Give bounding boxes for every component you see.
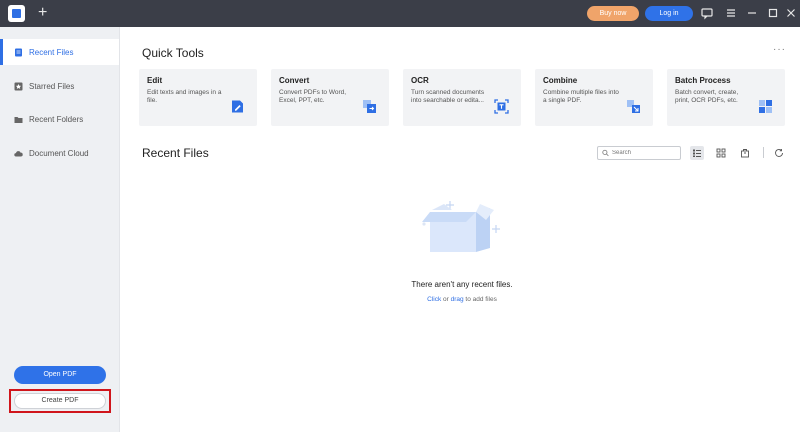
sidebar-item-label: Recent Folders: [29, 114, 84, 124]
refresh-icon[interactable]: [772, 146, 786, 160]
sidebar-item-label: Starred Files: [29, 81, 75, 91]
minimize-icon[interactable]: [745, 6, 759, 20]
sidebar: Recent Files Starred Files Recent Folder…: [0, 27, 120, 432]
cloud-icon: [14, 149, 23, 158]
click-link[interactable]: Click: [427, 296, 441, 303]
search-box[interactable]: [597, 146, 681, 160]
tool-card-desc: Edit texts and images in a file.: [147, 89, 222, 104]
search-icon: [602, 149, 609, 157]
menu-icon[interactable]: [724, 6, 738, 20]
login-button[interactable]: Log in: [645, 6, 693, 21]
close-icon[interactable]: [784, 6, 798, 20]
clear-list-icon[interactable]: [738, 146, 752, 160]
search-input[interactable]: [612, 150, 680, 156]
folder-icon: [14, 115, 23, 124]
recent-files-title: Recent Files: [142, 146, 209, 160]
toolbar-divider: [763, 147, 764, 158]
sidebar-item-starred-files[interactable]: Starred Files: [0, 73, 119, 99]
empty-state-hint: Click or drag to add files: [340, 296, 584, 303]
quick-tools-title: Quick Tools: [142, 46, 204, 60]
sidebar-item-label: Recent Files: [29, 47, 74, 57]
tool-card-title: OCR: [411, 76, 429, 85]
create-pdf-button[interactable]: Create PDF: [14, 393, 106, 409]
sidebar-item-recent-folders[interactable]: Recent Folders: [0, 106, 119, 132]
tool-card-desc: Turn scanned documents into searchable o…: [411, 89, 485, 104]
tool-card-batch-process[interactable]: Batch Process Batch convert, create, pri…: [667, 69, 785, 126]
batch-icon: [758, 99, 773, 114]
tool-card-title: Edit: [147, 76, 163, 85]
new-tab-button[interactable]: +: [38, 4, 47, 22]
combine-icon: [626, 99, 641, 114]
more-options-icon[interactable]: ···: [773, 44, 786, 55]
app-logo-icon: [8, 5, 25, 22]
buy-now-button[interactable]: Buy now: [587, 6, 639, 21]
tool-card-title: Combine: [543, 76, 578, 85]
open-pdf-button[interactable]: Open PDF: [14, 366, 106, 384]
maximize-icon[interactable]: [766, 6, 780, 20]
tool-card-desc: Combine multiple files into a single PDF…: [543, 89, 619, 104]
document-icon: [14, 48, 23, 57]
grid-view-icon[interactable]: [714, 146, 728, 160]
tool-card-desc: Convert PDFs to Word, Excel, PPT, etc.: [279, 89, 347, 104]
convert-icon: [362, 99, 377, 114]
ocr-icon: [494, 99, 509, 114]
title-bar: + Buy now Log in: [0, 0, 800, 27]
chat-icon[interactable]: [700, 6, 714, 20]
empty-state-text: There aren't any recent files.: [411, 280, 513, 289]
edit-icon: [230, 99, 245, 114]
tool-card-edit[interactable]: Edit Edit texts and images in a file.: [139, 69, 257, 126]
tool-card-title: Batch Process: [675, 76, 731, 85]
tool-card-combine[interactable]: Combine Combine multiple files into a si…: [535, 69, 653, 126]
sidebar-item-recent-files[interactable]: Recent Files: [0, 39, 119, 65]
sidebar-item-label: Document Cloud: [29, 148, 89, 158]
sidebar-item-document-cloud[interactable]: Document Cloud: [0, 140, 119, 166]
list-view-icon[interactable]: [690, 146, 704, 160]
hint-rest-text: to add files: [463, 296, 497, 303]
drag-link[interactable]: drag: [451, 296, 464, 303]
tool-card-convert[interactable]: Convert Convert PDFs to Word, Excel, PPT…: [271, 69, 389, 126]
hint-or-text: or: [441, 296, 451, 303]
empty-box-icon: [422, 201, 500, 252]
star-icon: [14, 82, 23, 91]
tool-card-ocr[interactable]: OCR Turn scanned documents into searchab…: [403, 69, 521, 126]
tool-card-title: Convert: [279, 76, 310, 85]
tool-card-desc: Batch convert, create, print, OCR PDFs, …: [675, 89, 739, 104]
